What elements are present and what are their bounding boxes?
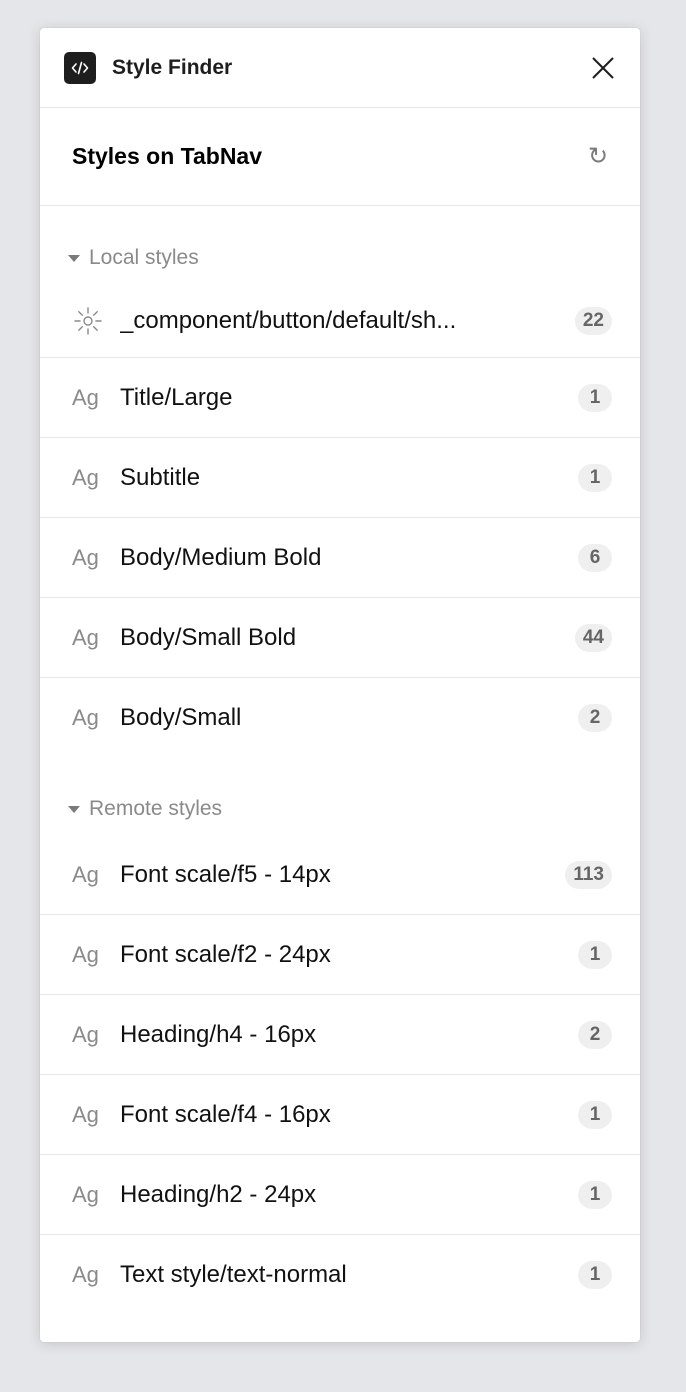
- style-name: Body/Medium Bold: [120, 543, 322, 571]
- usage-count-badge: 22: [574, 306, 612, 335]
- usage-count-badge: 1: [578, 1100, 612, 1129]
- caret-down-icon: [68, 805, 80, 813]
- section-label: Remote styles: [89, 797, 223, 820]
- list-item[interactable]: Ag Font scale/f5 - 14px 113: [40, 835, 640, 915]
- code-icon: [64, 51, 96, 84]
- list-item[interactable]: Ag Subtitle 1: [40, 438, 640, 518]
- list-item[interactable]: Ag Body/Medium Bold 6: [40, 518, 640, 598]
- usage-count-badge: 1: [578, 383, 612, 412]
- list-item[interactable]: Ag Heading/h4 - 16px 2: [40, 995, 640, 1075]
- usage-count-badge: 44: [574, 623, 612, 652]
- usage-count-badge: 1: [578, 1180, 612, 1209]
- remote-styles-header[interactable]: Remote styles: [40, 783, 640, 835]
- usage-count-badge: 1: [578, 940, 612, 969]
- list-item[interactable]: Ag Body/Small 2: [40, 678, 640, 758]
- text-style-icon: Ag: [72, 941, 99, 967]
- style-name: Body/Small Bold: [120, 623, 297, 651]
- close-icon: [592, 56, 614, 79]
- effect-icon: [72, 305, 104, 337]
- style-name: Text style/text-normal: [120, 1261, 347, 1288]
- list-item[interactable]: _component/button/default/sh... 22: [40, 284, 640, 358]
- plugin-titlebar: Style Finder: [40, 28, 640, 108]
- list-item[interactable]: Ag Heading/h2 - 24px 1: [40, 1155, 640, 1235]
- close-button[interactable]: [586, 51, 620, 85]
- style-name: Heading/h4 - 16px: [120, 1020, 317, 1048]
- refresh-icon: ↻: [587, 143, 609, 170]
- list-item[interactable]: Ag Font scale/f4 - 16px 1: [40, 1075, 640, 1155]
- style-name: Font scale/f5 - 14px: [120, 860, 331, 888]
- style-name: Heading/h2 - 24px: [120, 1180, 317, 1208]
- style-finder-panel: Style Finder Styles on TabNav ↻ Local st…: [40, 28, 640, 1342]
- section-label: Local styles: [89, 246, 199, 269]
- refresh-button[interactable]: ↻: [582, 141, 614, 173]
- list-item[interactable]: Ag Font scale/f2 - 24px 1: [40, 915, 640, 995]
- remote-styles-list: Ag Font scale/f5 - 14px 113 Ag Font scal…: [40, 835, 640, 1315]
- style-name: Title/Large: [120, 383, 233, 411]
- text-style-icon: Ag: [72, 1262, 99, 1287]
- text-style-icon: Ag: [72, 384, 99, 410]
- text-style-icon: Ag: [72, 1021, 99, 1047]
- text-style-icon: Ag: [72, 705, 99, 730]
- usage-count-badge: 2: [578, 1020, 612, 1049]
- text-style-icon: Ag: [72, 624, 99, 650]
- usage-count-badge: 113: [565, 860, 612, 889]
- usage-count-badge: 1: [578, 463, 612, 492]
- list-item[interactable]: Ag Title/Large 1: [40, 358, 640, 438]
- style-name: Font scale/f4 - 16px: [120, 1100, 331, 1128]
- local-styles-header[interactable]: Local styles: [40, 232, 640, 284]
- text-style-icon: Ag: [72, 1181, 99, 1207]
- usage-count-badge: 1: [578, 1261, 612, 1289]
- text-style-icon: Ag: [72, 544, 99, 570]
- text-style-icon: Ag: [72, 1101, 99, 1127]
- style-name: Font scale/f2 - 24px: [120, 940, 331, 968]
- caret-down-icon: [68, 254, 80, 262]
- style-name: Subtitle: [120, 463, 201, 491]
- local-styles-list: _component/button/default/sh... 22 Ag Ti…: [40, 284, 640, 758]
- usage-count-badge: 2: [578, 704, 612, 732]
- style-name: _component/button/default/sh...: [120, 306, 457, 334]
- text-style-icon: Ag: [72, 464, 99, 490]
- subheader-title: Styles on TabNav: [72, 143, 263, 169]
- text-style-icon: Ag: [72, 861, 99, 887]
- style-name: Body/Small: [120, 704, 242, 731]
- usage-count-badge: 6: [578, 543, 612, 572]
- list-item[interactable]: Ag Body/Small Bold 44: [40, 598, 640, 678]
- list-item[interactable]: Ag Text style/text-normal 1: [40, 1235, 640, 1315]
- plugin-title: Style Finder: [112, 55, 233, 79]
- styles-subheader: Styles on TabNav ↻: [40, 108, 640, 206]
